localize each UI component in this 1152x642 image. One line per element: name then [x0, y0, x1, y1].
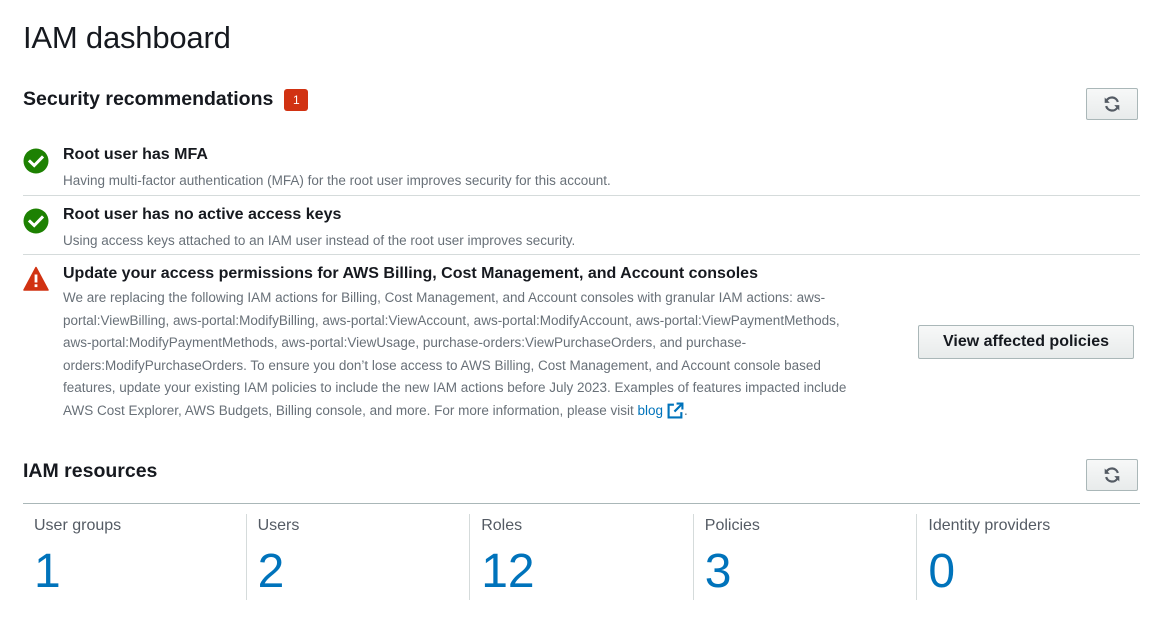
resource-label: Policies	[704, 517, 760, 534]
security-refresh-button[interactable]	[1086, 88, 1138, 120]
resource-count-link[interactable]: 12	[481, 544, 534, 600]
security-count-badge: 1	[284, 88, 309, 111]
blog-link[interactable]: blog	[637, 402, 685, 418]
resource-count-link[interactable]: 0	[928, 544, 955, 600]
resource-label: Users	[257, 517, 300, 534]
resource-count-link[interactable]: 1	[34, 544, 61, 600]
resource-roles: Roles 12	[469, 514, 693, 600]
recommendation-item-billing-permissions: Update your access permissions for AWS B…	[23, 265, 1140, 291]
recommendation-title: Root user has no active access keys	[63, 206, 342, 223]
resource-label: Roles	[481, 517, 523, 534]
recommendation-description: Having multi-factor authentication (MFA)…	[63, 173, 611, 188]
resource-count-link[interactable]: 2	[258, 544, 285, 600]
check-circle-icon	[23, 208, 49, 234]
view-affected-policies-button[interactable]: View affected policies	[918, 325, 1134, 359]
warning-triangle-icon	[23, 266, 49, 291]
recommendation-item-root-mfa: Root user has MFA Having multi-factor au…	[23, 146, 1140, 192]
resource-label: Identity providers	[928, 517, 1051, 534]
external-link-icon	[667, 402, 684, 418]
blog-link-text: blog	[637, 402, 664, 418]
recommendation-title: Root user has MFA	[63, 146, 208, 163]
iam-resources-title: IAM resources	[23, 460, 158, 482]
resource-identity-providers: Identity providers 0	[916, 514, 1140, 600]
recommendation-divider	[23, 195, 1140, 196]
recommendation-item-root-access-keys: Root user has no active access keys Usin…	[23, 206, 1140, 252]
description-suffix: .	[684, 402, 688, 418]
resource-users: Users 2	[245, 514, 470, 600]
resources-grid: User groups 1 Users 2 Roles 12 Policies …	[23, 514, 1140, 600]
resources-refresh-button[interactable]	[1086, 459, 1138, 491]
page-title: IAM dashboard	[23, 20, 231, 55]
recommendation-title: Update your access permissions for AWS B…	[63, 265, 758, 282]
resource-count-link[interactable]: 3	[705, 544, 732, 600]
security-recommendations-header: Security recommendations 1	[23, 88, 309, 111]
resources-divider	[23, 503, 1140, 504]
refresh-icon	[1104, 96, 1120, 112]
resource-policies: Policies 3	[692, 514, 917, 600]
check-circle-icon	[23, 148, 49, 174]
recommendation-divider	[23, 254, 1140, 255]
recommendation-description: We are replacing the following IAM actio…	[63, 287, 853, 422]
security-recommendations-title: Security recommendations	[23, 88, 274, 110]
resource-user-groups: User groups 1	[23, 514, 246, 600]
iam-dashboard-page: IAM dashboard Security recommendations 1…	[0, 0, 1152, 642]
refresh-icon	[1104, 467, 1120, 483]
recommendation-description-text: We are replacing the following IAM actio…	[63, 290, 847, 418]
recommendation-description: Using access keys attached to an IAM use…	[63, 233, 576, 248]
resource-label: User groups	[34, 517, 122, 534]
